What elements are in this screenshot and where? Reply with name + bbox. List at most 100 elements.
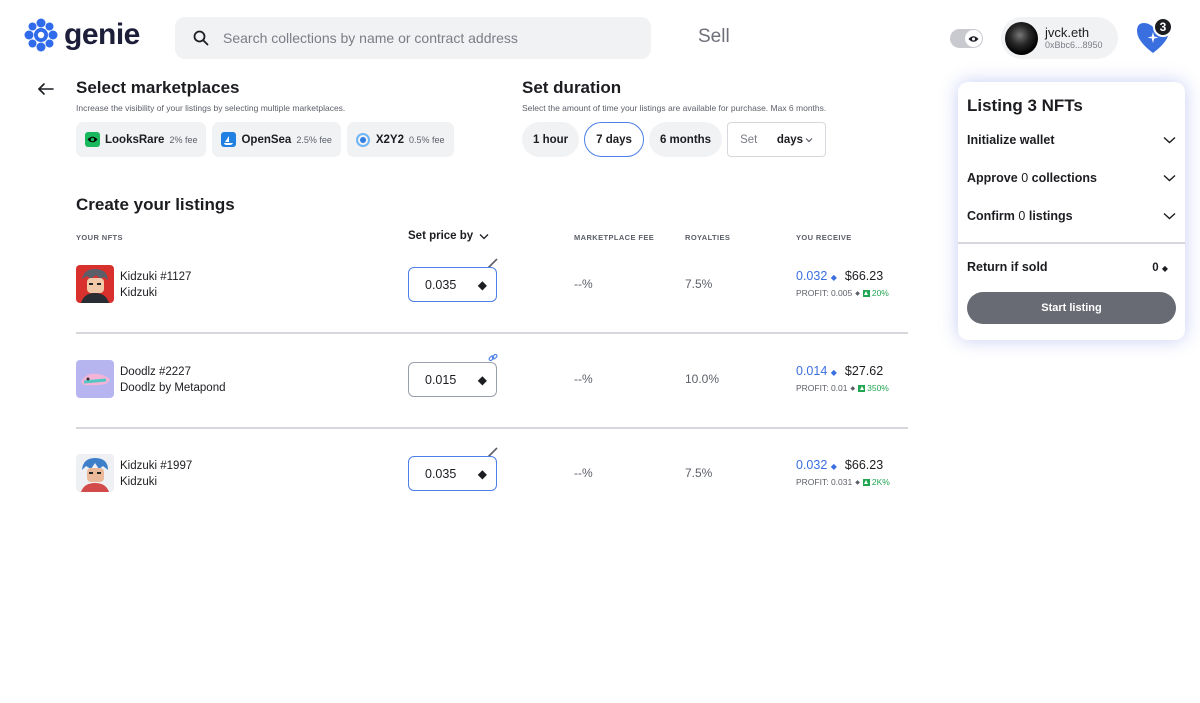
chevron-down-icon <box>805 137 813 142</box>
receive-eth: 0.032 ◆ <box>796 269 837 283</box>
panel-title: Listing 3 NFTs <box>967 96 1083 115</box>
listing-row: Kidzuki #1127 Kidzuki 0.035 ◆ --% 7.5% 0… <box>76 238 908 333</box>
nft-collection: Kidzuki <box>120 287 158 299</box>
search-bar[interactable] <box>175 17 651 59</box>
royalties-value: 10.0% <box>685 372 720 386</box>
arrow-up-icon <box>858 384 866 392</box>
marketplace-list: LooksRare 2% fee OpenSea 2.5% fee X2Y2 0… <box>76 122 454 157</box>
royalties-value: 7.5% <box>685 466 713 480</box>
toggle-knob <box>965 30 982 47</box>
arrow-up-icon <box>862 478 870 486</box>
royalties-value: 7.5% <box>685 277 713 291</box>
nft-collection: Kidzuki <box>120 476 158 488</box>
looksrare-icon <box>85 132 100 147</box>
duration-7-days[interactable]: 7 days <box>584 122 644 157</box>
duration-heading: Set duration Select the amount of time y… <box>522 78 826 113</box>
profit-label: PROFIT: 0.005 <box>796 288 853 298</box>
nav-sell[interactable]: Sell <box>698 26 730 48</box>
eye-icon <box>968 35 979 42</box>
chevron-down-icon <box>1163 136 1176 144</box>
marketplaces-heading: Select marketplaces Increase the visibil… <box>76 78 345 113</box>
marketplace-fee-value: --% <box>574 466 593 480</box>
duration-6-months[interactable]: 6 months <box>648 122 723 157</box>
back-arrow-icon[interactable] <box>37 80 55 98</box>
marketplace-fee-value: --% <box>574 372 593 386</box>
price-value[interactable]: 0.015 <box>425 373 456 387</box>
receive-eth: 0.032 ◆ <box>796 458 837 472</box>
listings-title: Create your listings <box>76 195 235 214</box>
receive-amount: 0.032 ◆ $66.23 <box>796 458 883 472</box>
eth-icon: ◆ <box>850 385 856 392</box>
nft-thumbnail <box>76 454 114 492</box>
listing-row: Doodlz #2227 Doodlz by Metapond 0.015 ◆ … <box>76 333 908 428</box>
price-input[interactable]: 0.015 ◆ <box>408 362 497 397</box>
nft-name: Kidzuki #1997 <box>120 460 193 472</box>
eth-icon: ◆ <box>855 290 860 297</box>
listing-panel: Listing 3 NFTs Initialize wallet Approve… <box>958 82 1185 340</box>
marketplace-opensea[interactable]: OpenSea 2.5% fee <box>212 122 341 157</box>
custom-duration-input[interactable]: Set <box>740 134 757 146</box>
listing-row: Kidzuki #1997 Kidzuki 0.035 ◆ --% 7.5% 0… <box>76 427 908 522</box>
return-if-sold-label: Return if sold <box>967 260 1048 274</box>
duration-unit-label: days <box>776 133 804 146</box>
brand-name: genie <box>64 18 140 51</box>
duration-subtitle: Select the amount of time your listings … <box>522 103 827 113</box>
panel-divider <box>958 242 1185 244</box>
duration-title: Set duration <box>522 78 622 97</box>
step-initialize-wallet[interactable]: Initialize wallet <box>967 133 1176 147</box>
step-label: Approve 0 collections <box>967 171 1097 185</box>
eth-icon: ◆ <box>477 372 487 387</box>
receive-usd: $27.62 <box>844 364 884 378</box>
eth-icon: ◆ <box>1161 264 1168 273</box>
account-name: jvck.eth <box>1045 25 1090 40</box>
chevron-down-icon <box>1163 212 1176 220</box>
price-input[interactable]: 0.035 ◆ <box>408 456 497 491</box>
profit-line: PROFIT: 0.031 ◆ 2K% <box>796 477 890 487</box>
profit-label: PROFIT: 0.031 <box>796 477 853 487</box>
marketplace-name: LooksRare <box>105 133 165 146</box>
step-label: Confirm 0 listings <box>967 209 1073 223</box>
custom-duration-field[interactable]: Set days <box>727 122 827 157</box>
account-button[interactable]: jvck.eth 0xBbc6...8950 <box>1001 17 1118 59</box>
search-icon <box>193 30 209 46</box>
price-value[interactable]: 0.035 <box>425 278 456 292</box>
marketplace-fee: 2% fee <box>169 134 198 145</box>
eth-icon: ◆ <box>477 277 487 292</box>
genie-logo[interactable]: genie <box>24 18 140 52</box>
profit-percent: 2K% <box>862 477 890 487</box>
nft-name: Doodlz #2227 <box>120 366 191 378</box>
marketplace-fee-value: --% <box>574 277 593 291</box>
return-if-sold-value: 0 ◆ <box>1152 262 1168 274</box>
receive-eth: 0.014 ◆ <box>796 364 837 378</box>
eth-icon: ◆ <box>830 368 837 377</box>
step-approve-collections[interactable]: Approve 0 collections <box>967 171 1176 185</box>
step-label: Initialize wallet <box>967 133 1055 147</box>
marketplace-looksrare[interactable]: LooksRare 2% fee <box>76 122 207 157</box>
price-input[interactable]: 0.035 ◆ <box>408 267 497 302</box>
hidden-toggle[interactable] <box>950 29 983 48</box>
duration-options: 1 hour 7 days 6 months Set days <box>522 122 827 157</box>
eth-icon: ◆ <box>830 273 837 282</box>
opensea-icon <box>221 132 237 147</box>
account-address: 0xBbc6...8950 <box>1045 40 1103 50</box>
start-listing-button[interactable]: Start listing <box>967 292 1176 324</box>
profit-percent: 350% <box>858 383 889 393</box>
price-value[interactable]: 0.035 <box>425 467 456 481</box>
search-input[interactable] <box>223 30 623 46</box>
marketplace-name: OpenSea <box>241 133 292 146</box>
nft-name: Kidzuki #1127 <box>120 271 192 283</box>
marketplaces-title: Select marketplaces <box>76 78 240 97</box>
chevron-down-icon <box>1163 174 1176 182</box>
genie-logo-icon <box>24 18 58 52</box>
nft-thumbnail <box>76 265 114 303</box>
profit-label: PROFIT: 0.01 <box>796 383 848 393</box>
eth-icon: ◆ <box>830 462 837 471</box>
duration-unit-select[interactable]: days <box>777 134 813 146</box>
marketplace-x2y2[interactable]: X2Y2 0.5% fee <box>346 122 454 157</box>
nft-thumbnail <box>76 360 114 398</box>
marketplaces-subtitle: Increase the visibility of your listings… <box>76 103 346 113</box>
step-confirm-listings[interactable]: Confirm 0 listings <box>967 209 1176 223</box>
duration-1-hour[interactable]: 1 hour <box>522 122 580 157</box>
avatar <box>1005 21 1038 55</box>
receive-amount: 0.014 ◆ $27.62 <box>796 364 883 378</box>
